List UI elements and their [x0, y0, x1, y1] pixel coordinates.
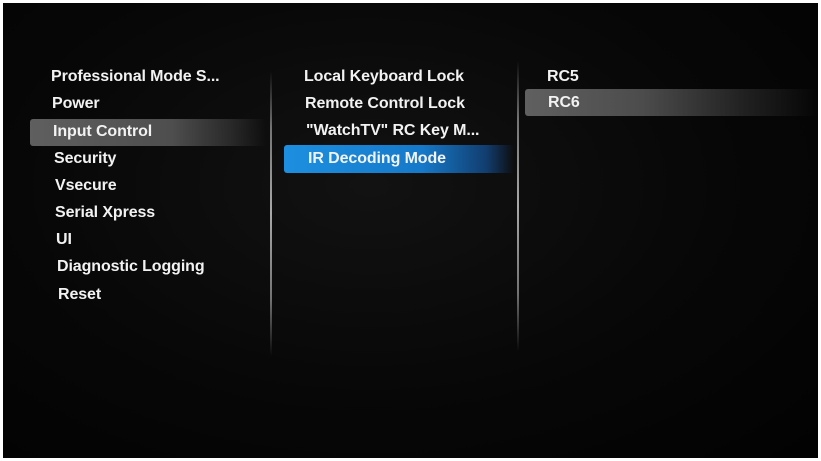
- menu-item-security[interactable]: Security: [54, 148, 116, 170]
- menu-item-local-keyboard-lock[interactable]: Local Keyboard Lock: [304, 66, 464, 88]
- menu-item-serial-xpress[interactable]: Serial Xpress: [55, 202, 155, 224]
- tv-menu-screen: Professional Mode S... Power Input Contr…: [3, 3, 818, 458]
- menu-item-ir-decoding-mode[interactable]: IR Decoding Mode: [308, 148, 446, 170]
- menu-item-diagnostic-logging[interactable]: Diagnostic Logging: [57, 256, 205, 278]
- menu-item-professional-mode[interactable]: Professional Mode S...: [51, 66, 220, 88]
- menu-item-watchtv-rc-key[interactable]: "WatchTV" RC Key M...: [306, 120, 479, 142]
- menu-item-ui[interactable]: UI: [56, 229, 72, 251]
- menu-item-reset[interactable]: Reset: [58, 284, 101, 306]
- menu-item-input-control[interactable]: Input Control: [53, 121, 152, 143]
- column-divider-2: [517, 61, 519, 351]
- menu-item-power[interactable]: Power: [52, 93, 100, 115]
- menu-item-remote-control-lock[interactable]: Remote Control Lock: [305, 93, 465, 115]
- option-rc5[interactable]: RC5: [547, 66, 579, 88]
- option-rc6[interactable]: RC6: [548, 92, 580, 114]
- menu-item-vsecure[interactable]: Vsecure: [55, 175, 117, 197]
- column-divider-1: [270, 71, 272, 356]
